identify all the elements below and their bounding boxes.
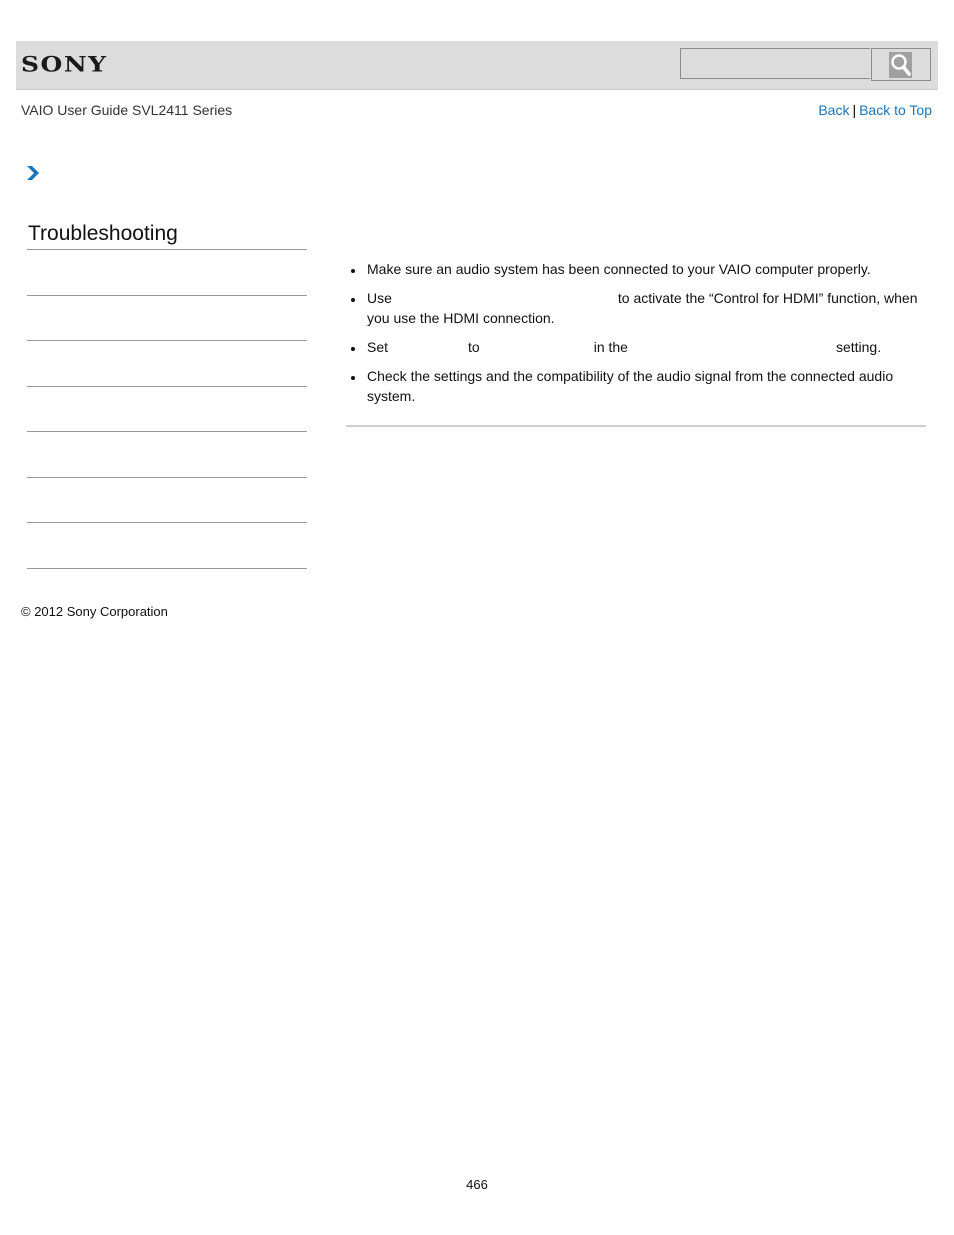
sidebar-item-5[interactable] [27, 522, 307, 523]
sidebar-item-4[interactable] [27, 477, 307, 478]
nav-links: Back | Back to Top [818, 102, 932, 118]
sidebar-item-6[interactable] [27, 568, 307, 569]
copyright: © 2012 Sony Corporation [21, 604, 168, 619]
sony-logo: SONY [21, 52, 108, 77]
back-to-top-link[interactable]: Back to Top [859, 102, 932, 118]
list-item: Use to activate the “Control for HDMI” fu… [346, 288, 926, 328]
list-item: Set to in the setting. [346, 337, 926, 357]
sidebar-item-2[interactable] [27, 386, 307, 387]
main-content: Make sure an audio system has been conne… [346, 259, 926, 415]
back-link[interactable]: Back [818, 102, 849, 118]
link-separator: | [852, 102, 857, 118]
sidebar-item-0[interactable] [27, 295, 307, 296]
list-item: Check the settings and the compatibility… [346, 366, 926, 406]
guide-title: VAIO User Guide SVL2411 Series [21, 102, 233, 118]
sidebar-title: Troubleshooting [28, 222, 178, 245]
sidebar-divider [27, 249, 307, 250]
sidebar-item-1[interactable] [27, 340, 307, 341]
list-item: Make sure an audio system has been conne… [346, 259, 926, 279]
sidebar-item-3[interactable] [27, 431, 307, 432]
search-input[interactable] [680, 48, 870, 79]
magnifier-icon [889, 52, 912, 78]
content-divider [346, 425, 926, 427]
chevron-right-icon[interactable] [26, 165, 40, 181]
page-number: 466 [466, 1177, 488, 1192]
header-bar: SONY [16, 41, 938, 90]
troubleshooting-list: Make sure an audio system has been conne… [346, 259, 926, 406]
search-button[interactable] [871, 48, 931, 81]
